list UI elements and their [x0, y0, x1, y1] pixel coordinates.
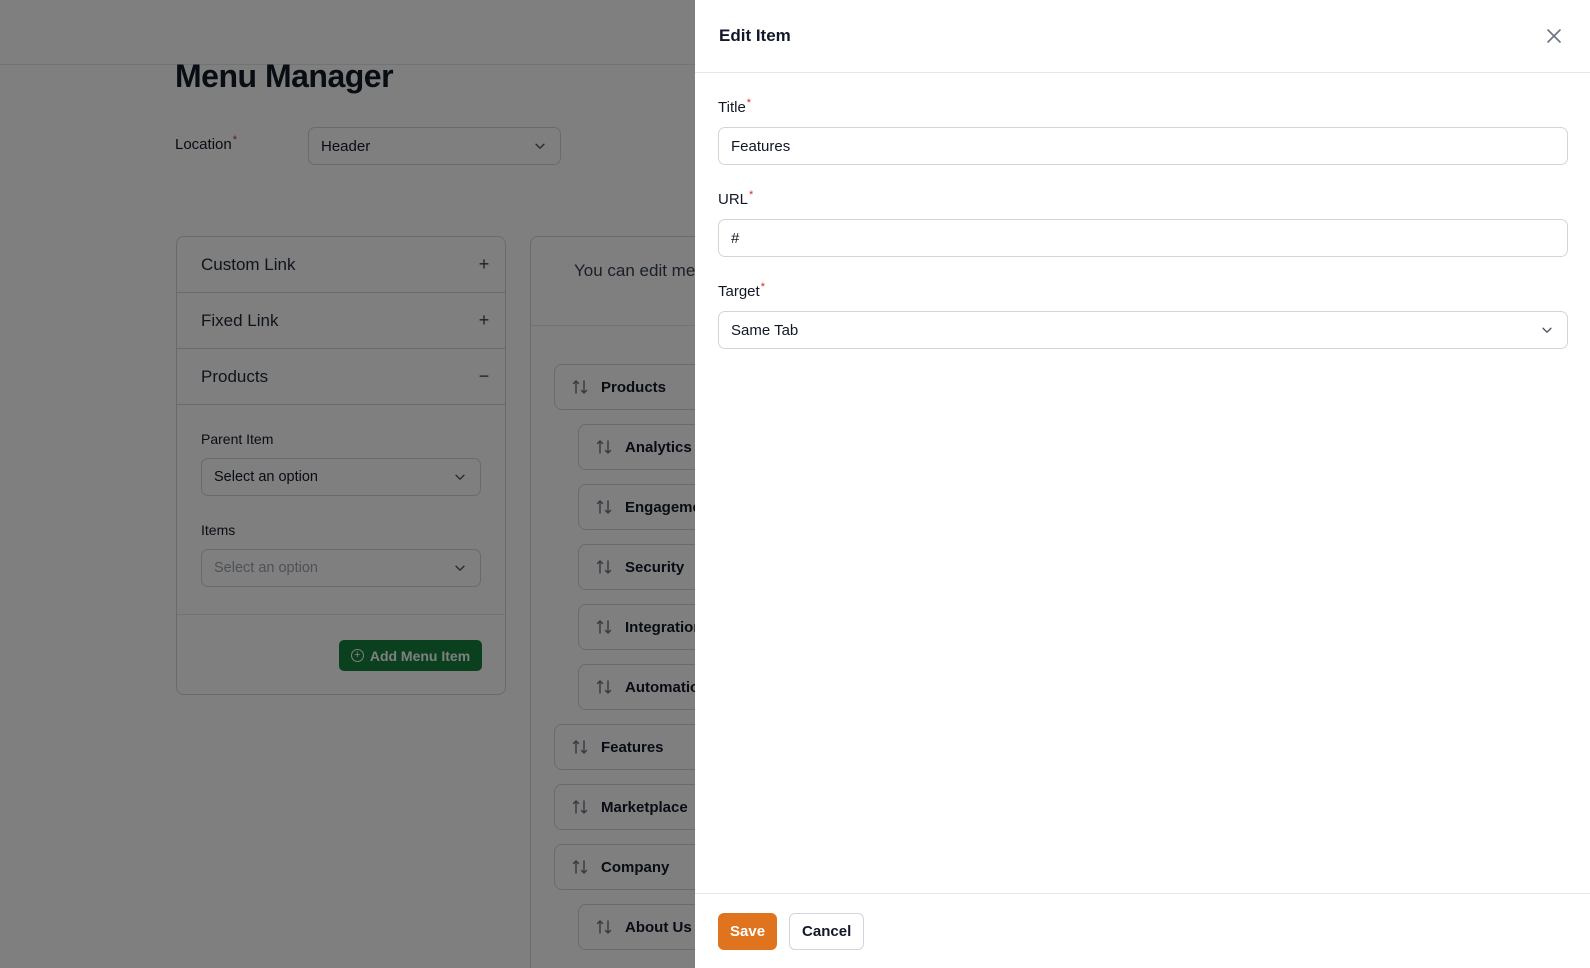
url-input[interactable]	[718, 219, 1568, 257]
save-button[interactable]: Save	[718, 912, 778, 950]
cancel-button[interactable]: Cancel	[789, 912, 865, 950]
target-select-value: Same Tab	[731, 321, 799, 339]
drawer-body: Title* URL* Target* Same Tab	[695, 73, 1590, 349]
title-input[interactable]	[718, 127, 1568, 165]
url-field-label: URL*	[718, 189, 754, 208]
target-field-label: Target*	[718, 281, 765, 300]
drawer-title: Edit Item	[719, 26, 791, 45]
title-field-label: Title*	[718, 97, 752, 116]
drawer-footer: Save Cancel	[695, 893, 1590, 968]
required-mark: *	[746, 97, 752, 109]
drawer-header: Edit Item	[695, 0, 1590, 73]
required-mark: *	[749, 189, 754, 201]
target-select[interactable]: Same Tab	[718, 311, 1568, 349]
chevron-down-icon	[1539, 322, 1555, 338]
edit-item-drawer: Edit Item Title* URL* Target* Same Tab S…	[695, 0, 1590, 968]
close-icon[interactable]	[1542, 24, 1566, 48]
required-mark: *	[760, 281, 765, 293]
